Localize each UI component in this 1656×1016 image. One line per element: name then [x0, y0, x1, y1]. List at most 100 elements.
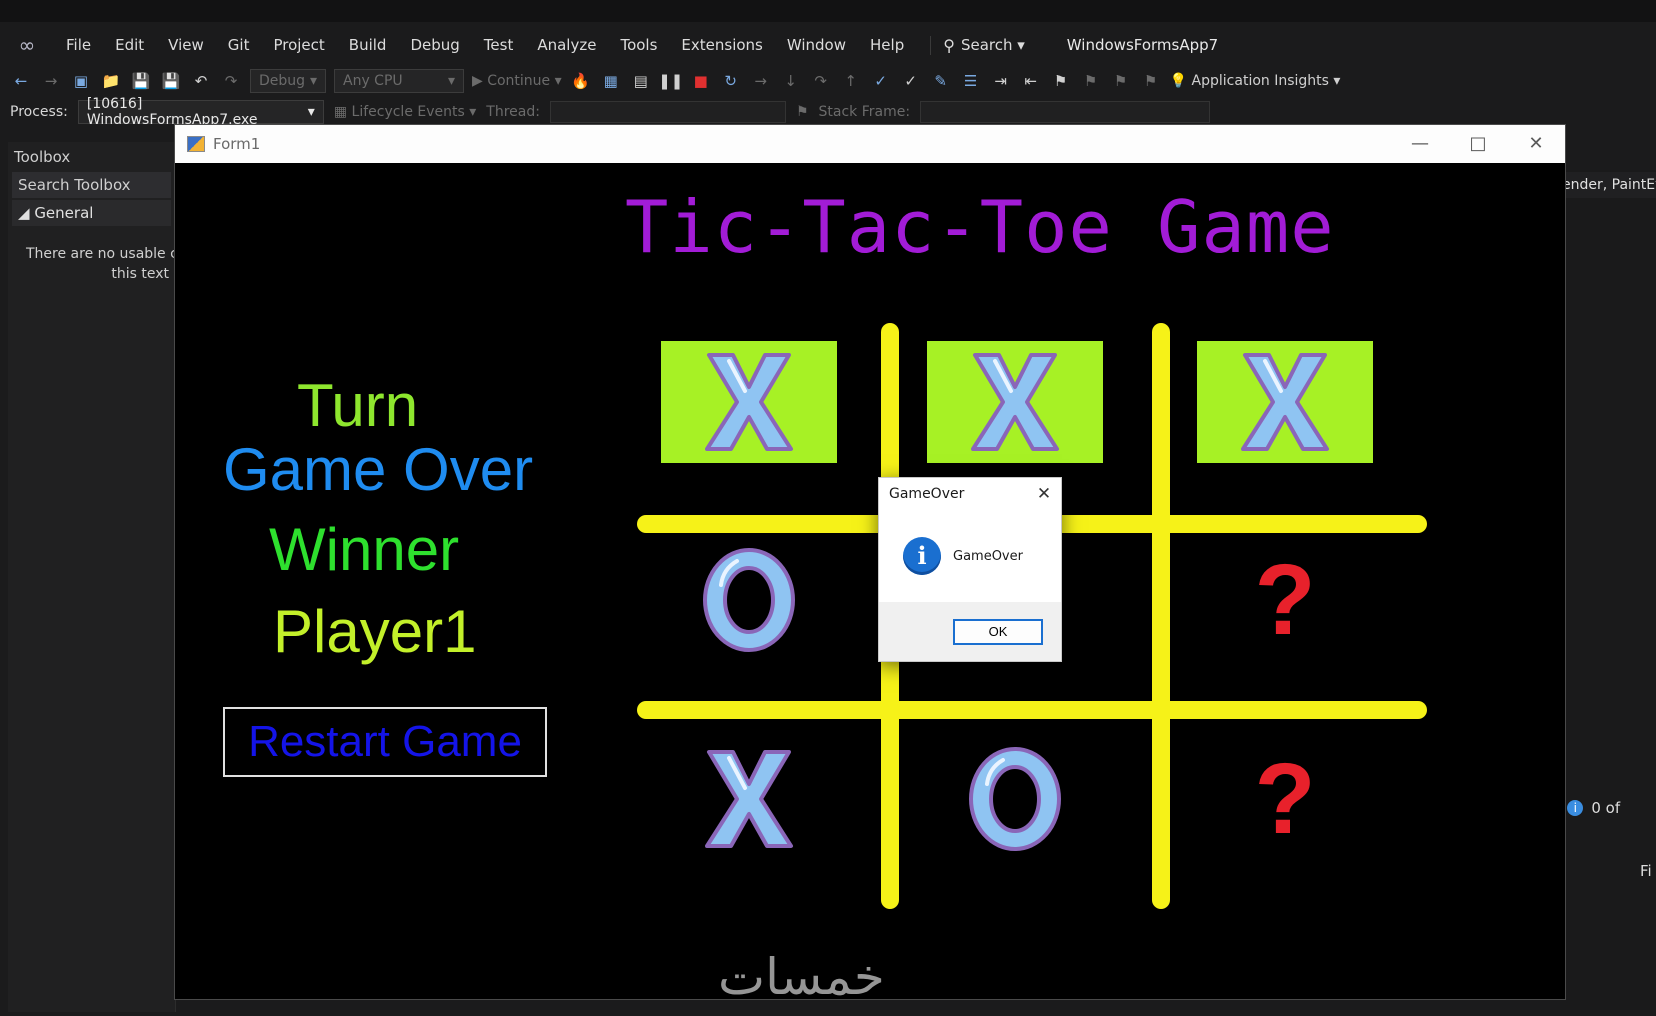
- board-cell-r3-c3[interactable]: ?: [1197, 737, 1373, 861]
- form-title: Form1: [213, 135, 261, 153]
- navigate-back-icon[interactable]: ←: [10, 70, 32, 92]
- menu-test[interactable]: Test: [472, 28, 526, 62]
- application-insights-button[interactable]: 💡 Application Insights ▾: [1170, 73, 1341, 89]
- step-out-icon[interactable]: ↑: [840, 70, 862, 92]
- dialog-close-button[interactable]: ✕: [1027, 484, 1061, 504]
- process-label: Process:: [10, 104, 68, 120]
- menu-file[interactable]: File: [54, 28, 103, 62]
- x-mark-icon: [699, 347, 799, 457]
- minimize-button[interactable]: —: [1391, 125, 1449, 163]
- question-mark-icon: ?: [1254, 544, 1316, 656]
- open-folder-icon[interactable]: 📁: [100, 70, 122, 92]
- solution-title: WindowsFormsApp7: [1066, 36, 1219, 54]
- board-cell-r2-c1[interactable]: [661, 533, 837, 667]
- process-select[interactable]: [10616] WindowsFormsApp7.exe ▾: [77, 96, 324, 128]
- menu-view[interactable]: View: [156, 28, 216, 62]
- chevron-down-icon: ▾: [447, 73, 455, 89]
- board-cell-r3-c2[interactable]: [927, 737, 1103, 861]
- bookmark-icon[interactable]: ⚑: [1050, 70, 1072, 92]
- close-button[interactable]: ✕: [1507, 125, 1565, 163]
- window-controls: — □ ✕: [1391, 125, 1565, 163]
- menu-analyze[interactable]: Analyze: [525, 28, 608, 62]
- board-cell-r3-c1[interactable]: [661, 737, 837, 861]
- configuration-value: Debug: [259, 73, 306, 89]
- indent-icon[interactable]: ⇥: [990, 70, 1012, 92]
- menu-build[interactable]: Build: [337, 28, 399, 62]
- prev-bookmark-icon[interactable]: ⚑: [1080, 70, 1102, 92]
- menu-window[interactable]: Window: [775, 28, 858, 62]
- chevron-down-icon: ▾: [309, 73, 317, 89]
- toolbox-group-general[interactable]: ◢ General: [12, 200, 171, 226]
- thread-select[interactable]: [549, 101, 786, 123]
- search-button[interactable]: ⚲ Search ▾: [930, 35, 1037, 55]
- toolbox-empty-line-1: There are no usable co: [26, 246, 175, 262]
- menu-extensions[interactable]: Extensions: [669, 28, 774, 62]
- maximize-button[interactable]: □: [1449, 125, 1507, 163]
- board-cell-r1-c1[interactable]: [661, 341, 837, 463]
- board-cell-r2-c3[interactable]: ?: [1197, 533, 1373, 667]
- board-cell-r1-c2[interactable]: [927, 341, 1103, 463]
- game-title: Tic-Tac-Toe Game: [625, 185, 1335, 269]
- dialog-content: i GameOver: [879, 510, 1061, 602]
- question-mark-icon: ?: [1254, 743, 1316, 855]
- toolbox-panel: Toolbox Search Toolbox ◢ General There a…: [8, 142, 176, 1012]
- step-into-icon[interactable]: ↓: [780, 70, 802, 92]
- navigate-forward-icon[interactable]: →: [40, 70, 62, 92]
- form-app-icon: [187, 136, 205, 152]
- step-over-icon[interactable]: ↷: [810, 70, 832, 92]
- toolbox-title: Toolbox: [14, 148, 71, 166]
- layout-icon[interactable]: ▤: [630, 70, 652, 92]
- board-cell-r1-c3[interactable]: [1197, 341, 1373, 463]
- menu-tools[interactable]: Tools: [608, 28, 669, 62]
- toolbox-empty-message: There are no usable co this text: [8, 244, 175, 284]
- stop-icon[interactable]: ■: [690, 70, 712, 92]
- pause-icon[interactable]: ❚❚: [658, 70, 683, 92]
- restart-game-button[interactable]: Restart Game: [223, 707, 547, 777]
- ok-button[interactable]: OK: [953, 618, 1043, 645]
- stack-frame-select[interactable]: [920, 101, 1211, 123]
- visual-studio-logo-icon[interactable]: ∞: [14, 34, 40, 56]
- title-strip: [0, 0, 1656, 22]
- save-icon[interactable]: 💾: [130, 70, 152, 92]
- redo-icon[interactable]: ↷: [220, 70, 242, 92]
- menu-debug[interactable]: Debug: [398, 28, 471, 62]
- uncomment-icon[interactable]: ☰: [960, 70, 982, 92]
- platform-select[interactable]: Any CPU ▾: [334, 69, 464, 93]
- hot-reload-icon[interactable]: 🔥: [570, 70, 592, 92]
- menu-bar: ∞ File Edit View Git Project Build Debug…: [0, 28, 1656, 62]
- restart-icon[interactable]: ↻: [720, 70, 742, 92]
- configuration-select[interactable]: Debug ▾: [250, 69, 326, 93]
- o-mark-icon: [965, 744, 1065, 854]
- chevron-down-icon: ▾: [1012, 36, 1025, 54]
- menu-edit[interactable]: Edit: [103, 28, 156, 62]
- watermark-logo: خمسات: [718, 948, 885, 1006]
- save-all-icon[interactable]: 💾: [160, 70, 182, 92]
- lifecycle-events-button[interactable]: ▦ Lifecycle Events ▾: [334, 104, 476, 120]
- continue-button[interactable]: ▶ Continue ▾: [472, 73, 562, 89]
- next-bookmark-icon[interactable]: ⚑: [1110, 70, 1132, 92]
- dialog-message: GameOver: [953, 548, 1023, 564]
- new-item-icon[interactable]: ▣: [70, 70, 92, 92]
- menu-project[interactable]: Project: [261, 28, 336, 62]
- flag-icon[interactable]: ⚑: [796, 104, 809, 120]
- winner-label: Winner: [269, 516, 460, 583]
- application-insights-label: Application Insights: [1191, 73, 1329, 89]
- toolbox-search-input[interactable]: Search Toolbox: [12, 172, 171, 198]
- chevron-down-icon: ▾: [307, 104, 315, 120]
- messages-count[interactable]: 0 of: [1591, 799, 1620, 817]
- right-side-panel: [1560, 170, 1656, 1010]
- diagnostics-icon[interactable]: ✓: [870, 70, 892, 92]
- menu-help[interactable]: Help: [858, 28, 916, 62]
- comment-icon[interactable]: ✎: [930, 70, 952, 92]
- dialog-title: GameOver: [889, 486, 965, 502]
- right-panel-tab[interactable]: ender, PaintEv: [1560, 172, 1656, 198]
- outdent-icon[interactable]: ⇤: [1020, 70, 1042, 92]
- menu-git[interactable]: Git: [216, 28, 262, 62]
- clear-bookmarks-icon[interactable]: ⚑: [1140, 70, 1162, 92]
- undo-icon[interactable]: ↶: [190, 70, 212, 92]
- stack-frame-label: Stack Frame:: [818, 104, 911, 120]
- horizontal-grid-line: [637, 701, 1427, 719]
- browse-icon[interactable]: ▦: [600, 70, 622, 92]
- show-next-statement-icon[interactable]: →: [750, 70, 772, 92]
- spellcheck-icon[interactable]: ✓: [900, 70, 922, 92]
